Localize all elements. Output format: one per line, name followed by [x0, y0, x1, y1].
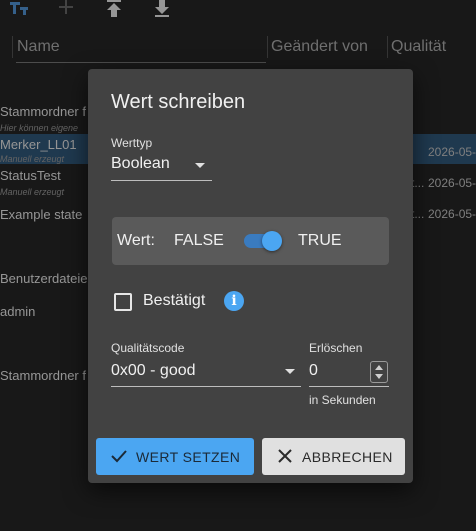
- value-toggle[interactable]: [112, 217, 389, 265]
- dialog-title: Wert schreiben: [111, 91, 246, 113]
- toggle-thumb[interactable]: [262, 231, 282, 251]
- write-value-dialog: Wert schreiben Werttyp Boolean Wert: FAL…: [88, 69, 413, 483]
- cancel-button-label: ABBRECHEN: [302, 449, 393, 465]
- confirmed-checkbox[interactable]: [114, 293, 132, 311]
- stepper-down-icon[interactable]: [375, 374, 383, 379]
- value-type-select[interactable]: Boolean: [111, 151, 212, 181]
- value-type-label: Werttyp: [111, 136, 153, 150]
- number-stepper[interactable]: [370, 361, 388, 383]
- quality-code-value: 0x00 - good: [111, 362, 196, 379]
- confirmed-label[interactable]: Bestätigt: [143, 292, 205, 310]
- select-underline: [111, 180, 212, 181]
- set-value-button-label: WERT SETZEN: [136, 449, 241, 465]
- check-icon: [111, 450, 127, 463]
- chevron-down-icon: [195, 163, 205, 168]
- chevron-down-icon: [285, 369, 295, 374]
- select-underline: [111, 386, 301, 387]
- value-panel: Wert: FALSE TRUE: [112, 217, 389, 265]
- close-icon: [278, 449, 292, 463]
- set-value-button[interactable]: WERT SETZEN: [96, 438, 254, 475]
- expire-unit: in Sekunden: [309, 393, 376, 407]
- true-label: TRUE: [298, 232, 342, 249]
- stepper-up-icon[interactable]: [375, 365, 383, 370]
- value-type-value: Boolean: [111, 155, 170, 172]
- cancel-button[interactable]: ABBRECHEN: [262, 438, 405, 475]
- expire-value: 0: [309, 362, 318, 379]
- info-icon[interactable]: i: [224, 291, 244, 311]
- input-underline: [309, 386, 389, 387]
- quality-code-label: Qualitätscode: [111, 341, 185, 355]
- expire-label: Erlöschen: [309, 341, 363, 355]
- quality-code-select[interactable]: 0x00 - good: [111, 357, 301, 387]
